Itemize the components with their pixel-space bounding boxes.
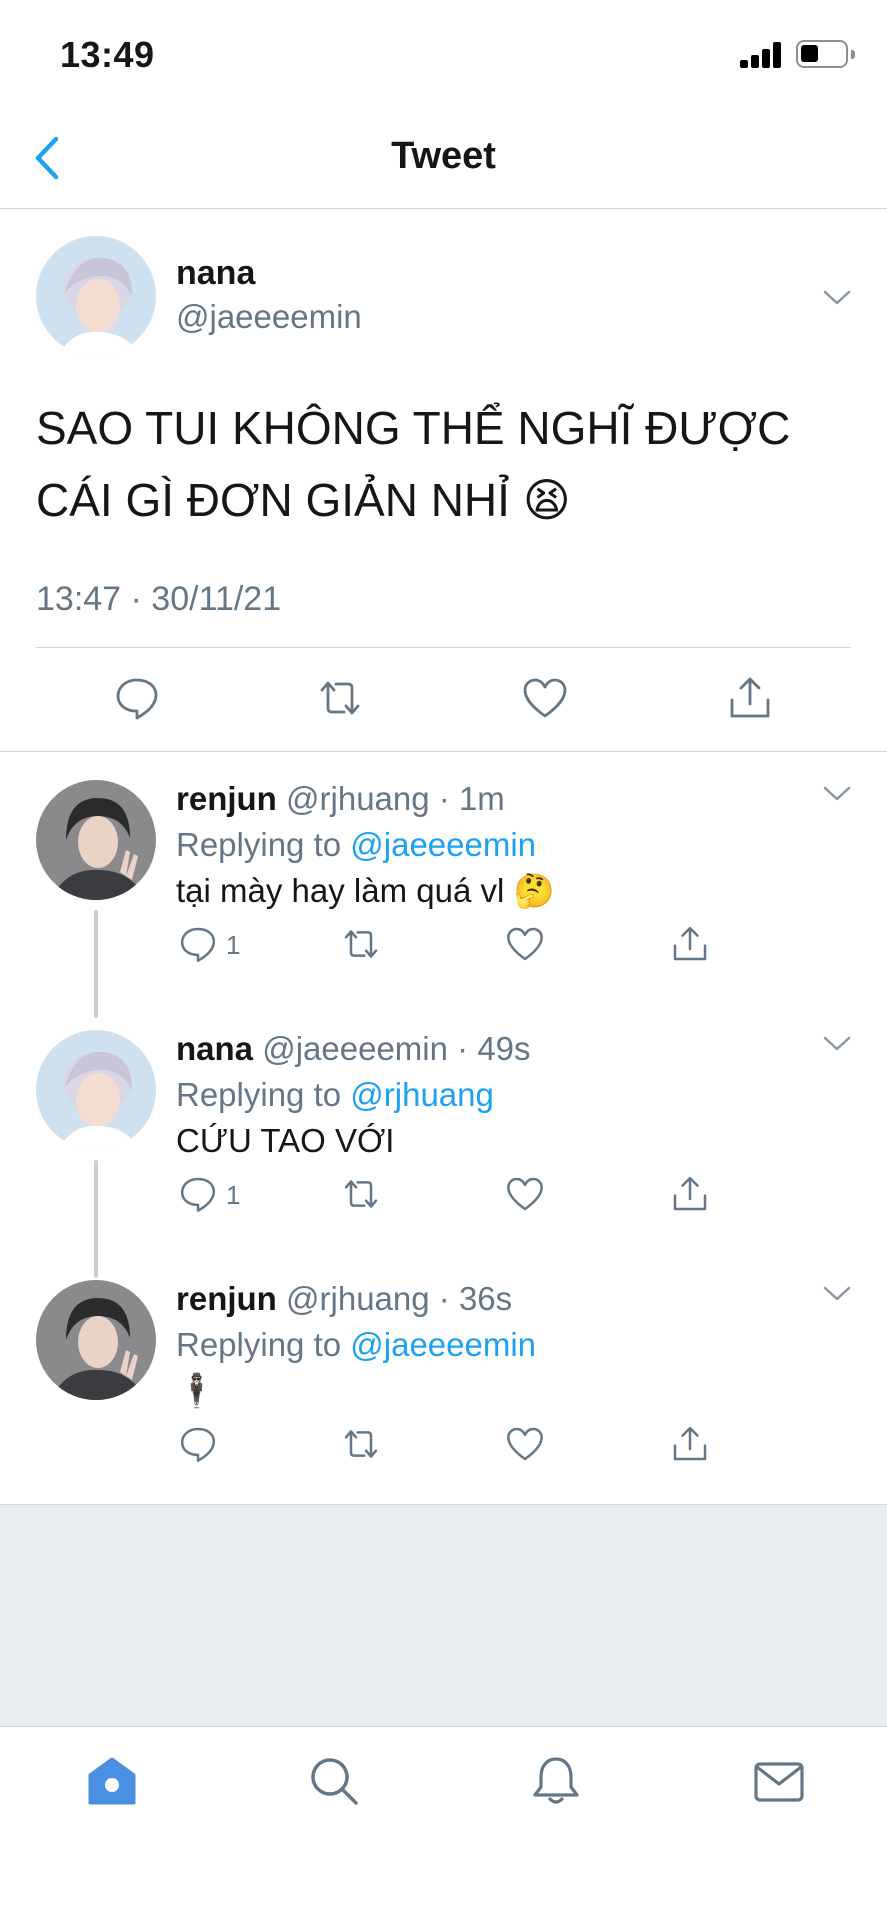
share-icon [673,1176,707,1211]
reply-time: · 49s [457,1030,531,1067]
share-button[interactable] [670,1174,710,1218]
reply-count: 1 [226,1180,241,1210]
notifications-icon [533,1757,579,1804]
divider [36,647,851,648]
share-button[interactable] [670,1424,710,1468]
author-handle[interactable]: @rjhuang [286,780,430,817]
chevron-down-icon [823,786,851,801]
heart-icon [507,1427,543,1461]
retweet-icon [344,930,378,958]
reply-icon [180,1177,216,1212]
chevron-down-icon [823,1286,851,1301]
tab-messages[interactable] [751,1753,807,1809]
reply-icon [180,927,216,962]
avatar[interactable] [36,1030,156,1150]
share-icon [673,926,707,961]
thread-line [94,910,98,1018]
retweet-icon [320,681,360,715]
reply-text: tại mày hay làm quá vl 🤔 [176,872,555,909]
share-icon [673,1426,707,1461]
avatar[interactable] [36,236,156,356]
like-button[interactable] [505,1174,545,1218]
heart-icon [507,927,543,961]
mention-link[interactable]: @jaeeeemin [350,826,536,863]
more-options-button[interactable] [822,784,852,804]
reply-header: nana @jaeeeemin · 49s [176,1030,531,1068]
retweet-button[interactable] [341,1174,381,1218]
replying-label: Replying to [176,1326,351,1363]
tab-notifications[interactable] [528,1753,584,1809]
signal-icon [740,42,782,68]
reply-time: · 36s [438,1280,513,1317]
reply-count: 1 [226,930,241,960]
like-button[interactable] [521,674,569,722]
tab-search[interactable] [306,1753,362,1809]
more-options-button[interactable] [822,1284,852,1304]
reply-button[interactable] [113,674,161,722]
status-time: 13:49 [60,34,155,75]
heart-icon [507,1177,543,1211]
reply-button[interactable] [178,1424,218,1468]
share-icon [730,677,770,718]
reply-tweet[interactable]: nana @jaeeeemin · 49s Replying to @rjhua… [0,1004,887,1278]
mention-link[interactable]: @jaeeeemin [350,1326,536,1363]
tab-home[interactable] [84,1753,140,1809]
reply-header: renjun @rjhuang · 36s [176,1280,512,1318]
replying-to: Replying to @jaeeeemin [176,1326,536,1364]
reply-icon [116,678,158,720]
nav-bar: Tweet [0,105,887,209]
heart-icon [523,678,567,718]
replying-to: Replying to @rjhuang [176,1076,494,1114]
reply-tweet[interactable]: renjun @rjhuang · 36s Replying to @jaeee… [0,1254,887,1504]
avatar[interactable] [36,780,156,900]
reply-time: · 1m [438,780,505,817]
tweet-timestamp: 13:47 · 30/11/21 [36,580,282,618]
messages-icon [754,1762,804,1802]
reply-header: renjun @rjhuang · 1m [176,780,505,818]
avatar[interactable] [36,1280,156,1400]
mention-link[interactable]: @rjhuang [350,1076,494,1113]
reply-tweet[interactable]: renjun @rjhuang · 1m Replying to @jaeeee… [0,754,887,1018]
share-button[interactable] [726,674,774,722]
more-options-button[interactable] [822,1034,852,1054]
retweet-button[interactable] [316,674,364,722]
reply-button[interactable]: 1 [178,924,268,968]
author-name[interactable]: renjun [176,780,277,817]
main-tweet: nana @jaeeeemin SAO TUI KHÔNG THỂ NGHĨ Đ… [0,210,887,752]
home-icon [88,1757,136,1805]
author-name[interactable]: nana [176,1030,253,1067]
reply-text: CỨU TAO VỚI [176,1122,395,1159]
tweet-text: SAO TUI KHÔNG THỂ NGHĨ ĐƯỢC CÁI GÌ ĐƠN G… [36,402,791,526]
reply-text: 🕴🏻 [176,1372,218,1409]
battery-icon [796,40,855,68]
chevron-down-icon [823,290,851,305]
author-name[interactable]: nana [176,254,255,293]
author-handle[interactable]: @rjhuang [286,1280,430,1317]
page-title: Tweet [391,135,496,177]
empty-area [0,1504,887,1726]
reply-button[interactable]: 1 [178,1174,268,1218]
like-button[interactable] [505,924,545,968]
more-options-button[interactable] [822,288,852,308]
tab-bar [0,1726,887,1920]
author-handle[interactable]: @jaeeeemin [262,1030,448,1067]
reply-icon [180,1427,216,1462]
like-button[interactable] [505,1424,545,1468]
retweet-button[interactable] [341,1424,381,1468]
share-button[interactable] [670,924,710,968]
author-name[interactable]: renjun [176,1280,277,1317]
status-bar: 13:49 [0,0,887,105]
replying-label: Replying to [176,1076,351,1113]
author-handle[interactable]: @jaeeeemin [176,298,362,336]
retweet-icon [344,1430,378,1458]
chevron-down-icon [823,1036,851,1051]
retweet-icon [344,1180,378,1208]
replying-to: Replying to @jaeeeemin [176,826,536,864]
retweet-button[interactable] [341,924,381,968]
search-icon [311,1758,358,1805]
replying-label: Replying to [176,826,351,863]
